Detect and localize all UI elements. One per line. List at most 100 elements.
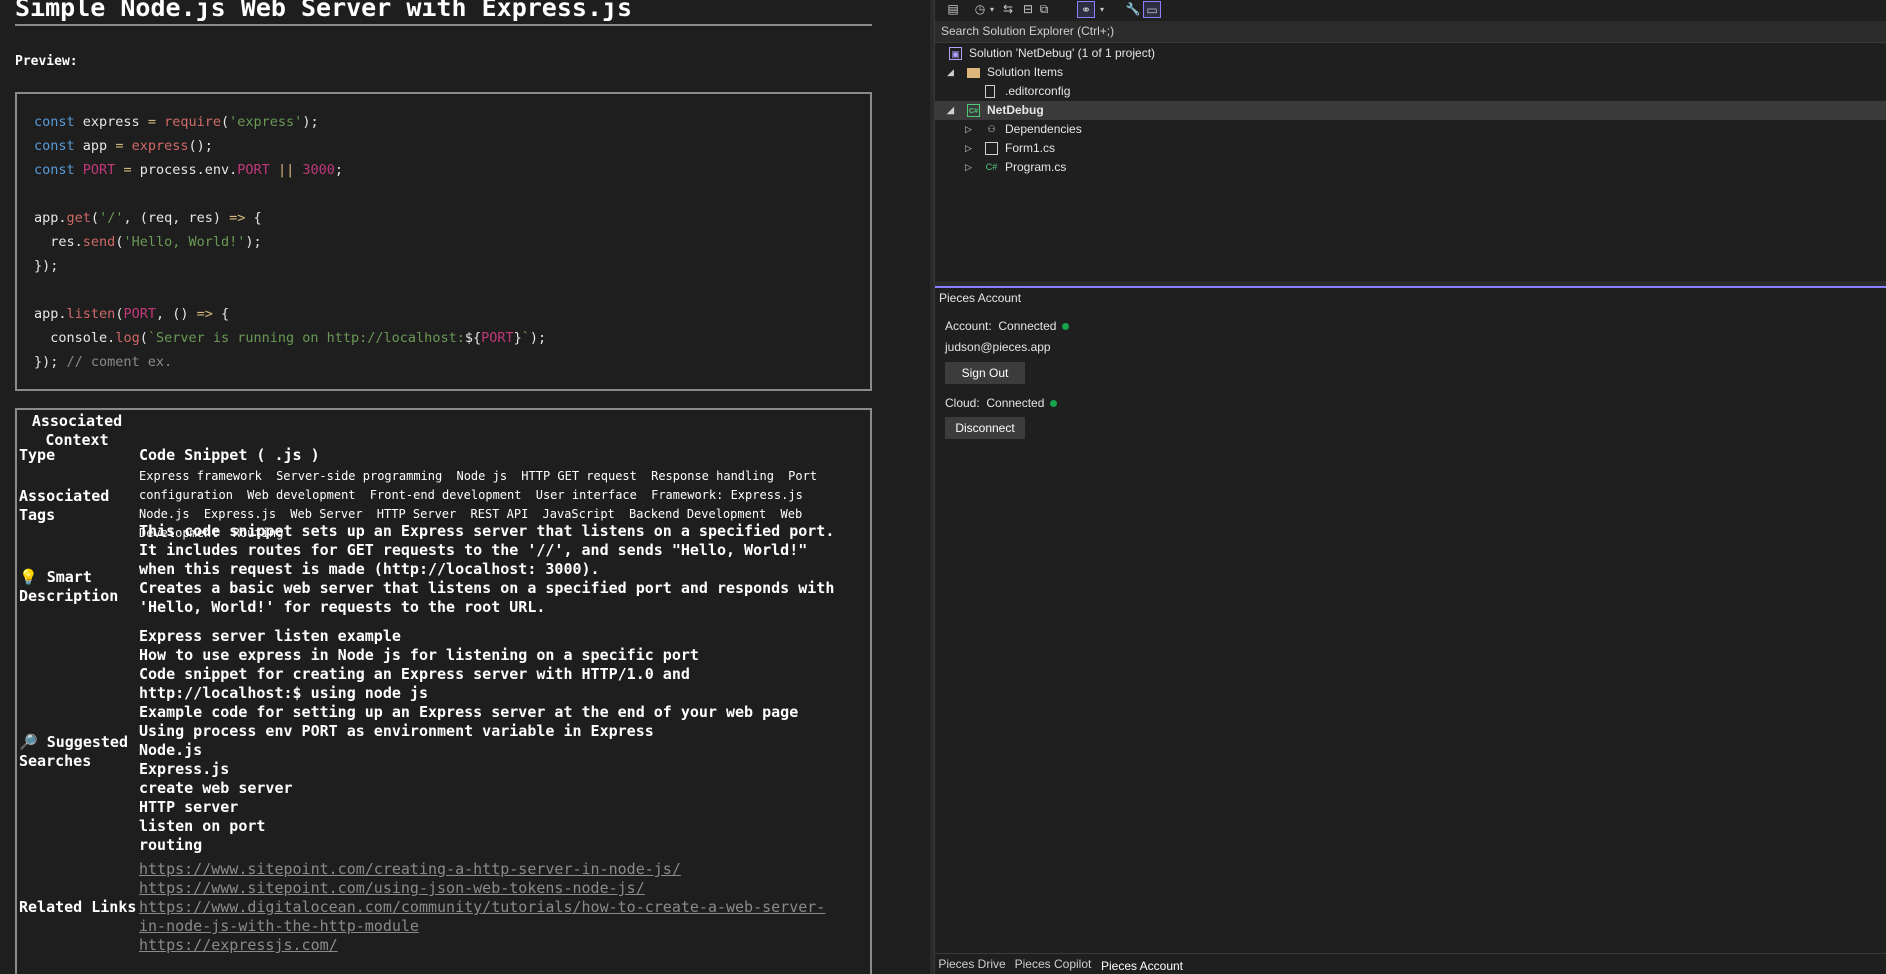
tree-item-editorconfig[interactable]: .editorconfig [935, 82, 1886, 101]
markdown-preview: Simple Node.js Web Server with Express.j… [0, 0, 930, 974]
status-dot-icon [1062, 323, 1070, 331]
tag-chip: User interface [535, 488, 637, 502]
suggested-search-item[interactable]: Code snippet for creating an Express ser… [139, 665, 871, 684]
related-link[interactable]: https://www.sitepoint.com/creating-a-htt… [139, 860, 871, 879]
account-status: Connected [998, 319, 1057, 333]
csharp-file-icon: C# [985, 162, 998, 172]
csharp-project-icon: C# [967, 104, 980, 117]
tree-item-solution-items[interactable]: ◢ Solution Items [935, 63, 1886, 82]
suggested-search-item[interactable]: Node.js [139, 741, 871, 760]
code-line: console.log(`Server is running on http:/… [50, 330, 547, 346]
cloud-status-line: Cloud: Connected [945, 396, 1058, 410]
code-line: const app = express(); [34, 138, 213, 154]
account-status-line: Account: Connected [945, 319, 1070, 333]
suggested-search-item[interactable]: create web server [139, 779, 871, 798]
suggested-search-item[interactable]: listen on port [139, 817, 871, 836]
links-label: Related Links [19, 898, 137, 916]
tab-pieces-account[interactable]: Pieces Account [1097, 954, 1187, 974]
suggested-search-item[interactable]: HTTP server [139, 798, 871, 817]
pieces-account-header: Pieces Account [935, 286, 1886, 308]
links-list: https://www.sitepoint.com/creating-a-htt… [139, 860, 871, 955]
solution-tree: ▣ Solution 'NetDebug' (1 of 1 project) ◢… [935, 44, 1886, 280]
related-link[interactable]: https://www.digitalocean.com/community/t… [139, 898, 871, 917]
expanded-arrow-icon[interactable]: ◢ [947, 101, 954, 120]
tab-pieces-drive[interactable]: Pieces Drive [935, 954, 1009, 974]
status-dot-icon [1050, 400, 1058, 408]
code-line: const express = require('express'); [34, 114, 319, 130]
suggested-search-item[interactable]: Express server listen example [139, 627, 871, 646]
form-icon [985, 142, 998, 155]
tag-chip: Response handling [651, 469, 774, 483]
tag-chip: Web Server [290, 507, 363, 521]
code-line: }); [34, 258, 59, 274]
solution-explorer-search-input[interactable]: Search Solution Explorer (Ctrl+;) [935, 21, 1886, 43]
lightbulb-icon: 💡 [19, 568, 38, 586]
description-label: 💡 Smart Description [19, 568, 119, 605]
history-icon[interactable]: ◷ [973, 1, 987, 18]
tag-chip: Node.js [139, 507, 190, 521]
tree-item-solution[interactable]: ▣ Solution 'NetDebug' (1 of 1 project) [935, 44, 1886, 63]
description-line: Creates a basic web server that listens … [139, 579, 835, 597]
collapsed-arrow-icon[interactable]: ▷ [965, 120, 972, 139]
tree-item-netdebug[interactable]: ◢ C# NetDebug [935, 101, 1886, 120]
chevron-down-icon[interactable]: ▾ [987, 1, 997, 18]
wrench-icon[interactable]: 🔧 [1125, 1, 1141, 18]
tag-chip: JavaScript [542, 507, 615, 521]
tree-item-dependencies[interactable]: ▷ ⚇ Dependencies [935, 120, 1886, 139]
switch-views-icon[interactable]: ▤ [945, 1, 961, 18]
suggested-search-item[interactable]: How to use express in Node js for listen… [139, 646, 871, 665]
preview-label: Preview: [15, 54, 78, 69]
expanded-arrow-icon[interactable]: ◢ [947, 63, 954, 82]
suggested-search-item[interactable]: Using process env PORT as environment va… [139, 722, 871, 741]
code-line: res.send('Hello, World!'); [50, 234, 262, 250]
tag-chip: REST API [470, 507, 529, 521]
tag-chip: Node js [456, 469, 508, 483]
preview-selected-icon[interactable]: ▭ [1143, 1, 1161, 18]
suggested-search-item[interactable]: Example code for setting up an Express s… [139, 703, 871, 722]
related-link[interactable]: https://expressjs.com/ [139, 936, 871, 955]
suggested-search-item[interactable]: http://localhost:$ using node js [139, 684, 871, 703]
tag-chip: Backend Development [629, 507, 767, 521]
description-line: It includes routes for GET requests to t… [139, 541, 808, 559]
type-value: Code Snippet ( .js ) [139, 446, 320, 464]
cloud-status: Connected [986, 396, 1045, 410]
collapse-all-icon[interactable]: ⊟ [1021, 1, 1035, 18]
magnifier-icon: 🔎 [19, 733, 38, 751]
code-block[interactable]: const express = require('express'); const… [15, 92, 872, 391]
sign-out-button[interactable]: Sign Out [945, 362, 1025, 384]
searches-label: 🔎 Suggested Searches [19, 733, 128, 770]
collapsed-arrow-icon[interactable]: ▷ [965, 158, 972, 177]
tab-pieces-copilot[interactable]: Pieces Copilot [1011, 954, 1095, 974]
chevron-down-icon[interactable]: ▾ [1097, 1, 1107, 18]
related-link[interactable]: https://www.sitepoint.com/using-json-web… [139, 879, 871, 898]
solution-explorer-toolbar: ▤ ◷ ▾ ⇆ ⊟ ⧉ ⚭ ▾ 🔧 ▭ [935, 0, 1886, 20]
collapsed-arrow-icon[interactable]: ▷ [965, 139, 972, 158]
filter-icon[interactable]: ⚭ [1077, 1, 1095, 18]
sync-icon[interactable]: ⇆ [1001, 1, 1015, 18]
tag-chip: Framework: Express.js [651, 488, 803, 502]
description-line: when this request is made (http://localh… [139, 560, 600, 578]
description-text: This code snippet sets up an Express ser… [139, 522, 871, 617]
searches-list: Express server listen example How to use … [139, 627, 871, 855]
suggested-search-item[interactable]: routing [139, 836, 871, 855]
code-line: }); // coment ex. [34, 354, 173, 370]
file-icon [985, 85, 995, 98]
description-line: 'Hello, World!' for requests to the root… [139, 598, 546, 616]
suggested-search-item[interactable]: Express.js [139, 760, 871, 779]
associated-context-table: Associated Context Type Code Snippet ( .… [15, 408, 872, 974]
disconnect-button[interactable]: Disconnect [945, 417, 1025, 439]
tree-item-form1[interactable]: ▷ Form1.cs [935, 139, 1886, 158]
solution-icon: ▣ [949, 47, 962, 60]
tag-chip: Web development [247, 488, 356, 502]
tool-windows: ▤ ◷ ▾ ⇆ ⊟ ⧉ ⚭ ▾ 🔧 ▭ Search Solution Expl… [934, 0, 1886, 974]
account-email: judson@pieces.app [945, 340, 1051, 354]
code-line: app.get('/', (req, res) => { [34, 210, 262, 226]
related-link[interactable]: in-node-js-with-the-http-module [139, 917, 871, 936]
tag-chip: HTTP Server [376, 507, 457, 521]
context-heading: Associated Context [31, 412, 123, 449]
bottom-tab-strip: Pieces Drive Pieces Copilot Pieces Accou… [935, 953, 1886, 974]
tree-item-program[interactable]: ▷ C# Program.cs [935, 158, 1886, 177]
tag-chip: Express.js [203, 507, 277, 521]
show-all-files-icon[interactable]: ⧉ [1037, 1, 1051, 18]
